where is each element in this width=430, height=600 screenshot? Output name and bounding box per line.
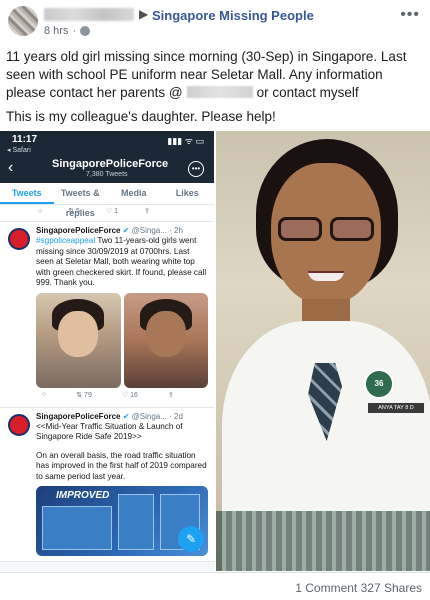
redacted-contact <box>186 86 253 98</box>
like-count: ♡ 16 <box>121 391 138 399</box>
tab-media: Media <box>120 188 147 198</box>
verified-icon: ✔ <box>122 411 130 421</box>
infographic-title: IMPROVED <box>56 490 110 501</box>
tab-tweets: Tweets <box>0 183 54 204</box>
tweet-header: SingaporePoliceForce ✔ @Singa... · 2d <box>36 411 183 421</box>
glasses <box>274 217 378 243</box>
share-arrow-icon: ▶ <box>139 7 149 21</box>
group-name-link[interactable]: Singapore Missing People <box>152 8 314 23</box>
hashtag: #sgpoliceappeal <box>36 236 96 245</box>
post-paragraph-2: This is my colleague's daughter. Please … <box>6 109 276 124</box>
back-icon: ‹ <box>8 159 14 176</box>
share-icon: ⇪ <box>144 208 150 215</box>
post-header: ▶ Singapore Missing People 8 hrs · ••• <box>0 0 430 44</box>
retweet-count: ⇅ 5 <box>68 208 80 215</box>
checkered-skirt <box>216 511 430 571</box>
author-avatar[interactable] <box>8 6 38 36</box>
retweet-count: ⇅ 79 <box>76 391 92 399</box>
tweet-header: SingaporePoliceForce ✔ @Singa... · 2h <box>36 226 183 235</box>
post-footer: 1 Comment 327 Shares <box>0 572 430 600</box>
comments-count-link[interactable]: 1 Comment <box>295 581 357 595</box>
tab-likes: Likes <box>175 188 199 198</box>
tweet-text: #sgpoliceappeal Two 11-years-old girls w… <box>36 236 207 287</box>
missing-girl-photo-2 <box>123 292 208 388</box>
bottom-nav <box>0 561 214 571</box>
previous-tweet-actions: ○ ⇅ 5 ♡ 1 ⇪ <box>0 205 214 217</box>
share-icon: ⇪ <box>167 391 174 399</box>
more-options-icon[interactable]: ••• <box>400 6 420 24</box>
profile-tweet-count: 7,380 Tweets <box>86 171 128 178</box>
missing-girl-photo-1 <box>36 292 121 388</box>
school-badge: 36 <box>364 369 394 399</box>
profile-menu-icon: ••• <box>188 161 204 177</box>
engagement-stats: 1 Comment 327 Shares <box>295 581 422 595</box>
post-meta: 8 hrs · <box>44 25 91 37</box>
twitter-screenshot[interactable]: 11:17 ◂ Safari ▮▮▮ ᯤ ▭ ‹ SingaporePolice… <box>0 131 214 571</box>
shares-count-link[interactable]: 327 Shares <box>361 581 422 595</box>
post-text: 11 years old girl missing since morning … <box>6 48 426 132</box>
police-logo-icon <box>8 228 30 250</box>
compose-tweet-icon: ✎ <box>178 526 204 552</box>
reply-icon: ○ <box>38 207 43 215</box>
girl-photo[interactable]: 36 ANYA TAY 8 D <box>216 131 430 571</box>
status-icons: ▮▮▮ ᯤ ▭ <box>167 136 204 146</box>
status-back-app: ◂ Safari <box>7 147 31 154</box>
globe-icon <box>80 26 91 36</box>
profile-tabs: Tweets Tweets & replies Media Likes <box>0 183 214 218</box>
tab-tweets-replies: Tweets & replies <box>60 188 100 218</box>
profile-name: SingaporePoliceForce <box>52 158 169 170</box>
tweet-images <box>36 292 208 388</box>
tweet-appeal: SingaporePoliceForce ✔ @Singa... · 2h #s… <box>0 222 214 403</box>
tweet-text: <<Mid-Year Traffic Situation & Launch of… <box>36 421 183 442</box>
post-paragraph-1: 11 years old girl missing since morning … <box>6 49 407 100</box>
name-tag: ANYA TAY 8 D <box>368 403 424 413</box>
tweet-text-2: On an overall basis, the road traffic si… <box>36 450 207 481</box>
verified-icon: ✔ <box>122 226 130 235</box>
police-logo-icon <box>8 413 30 436</box>
profile-bar: ‹ SingaporePoliceForce 7,380 Tweets ••• <box>0 157 214 183</box>
author-name-redacted[interactable] <box>44 8 134 21</box>
post-timestamp[interactable]: 8 hrs <box>44 25 68 37</box>
phone-status-bar: 11:17 ◂ Safari ▮▮▮ ᯤ ▭ <box>0 131 214 157</box>
like-count: ♡ 1 <box>105 208 119 215</box>
status-time: 11:17 <box>12 134 38 145</box>
tweet-stats: ○ ⇅ 79 ♡ 16 ⇪ <box>36 391 208 403</box>
post-photos[interactable]: 11:17 ◂ Safari ▮▮▮ ᯤ ▭ ‹ SingaporePolice… <box>0 131 430 571</box>
reply-icon: ○ <box>42 390 47 398</box>
